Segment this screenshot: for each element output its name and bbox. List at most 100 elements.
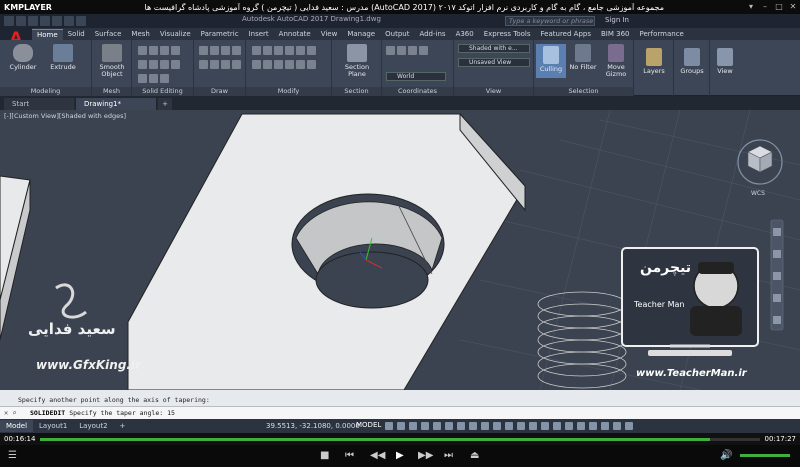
ucs-origin-icon[interactable] [408, 46, 417, 55]
quick-properties-icon[interactable] [565, 422, 573, 430]
pin-icon[interactable]: ▾ [744, 0, 758, 14]
tab-solid[interactable]: Solid [63, 29, 90, 40]
tab-performance[interactable]: Performance [634, 29, 688, 40]
wcs-menu[interactable]: WCS [751, 190, 765, 197]
tab-parametric[interactable]: Parametric [196, 29, 244, 40]
thicken-icon[interactable] [149, 60, 158, 69]
move-gizmo-button[interactable]: Move Gizmo [600, 44, 632, 78]
lock-ui-icon[interactable] [577, 422, 585, 430]
circle-icon[interactable] [221, 46, 230, 55]
maximize-icon[interactable]: □ [772, 0, 786, 14]
culling-button[interactable]: Culling [536, 44, 566, 78]
smooth-object-button[interactable]: Smooth Object [94, 44, 130, 78]
imprint-icon[interactable] [160, 60, 169, 69]
move-icon[interactable] [252, 46, 261, 55]
add-layout-button[interactable]: + [114, 420, 132, 432]
slice-icon[interactable] [138, 60, 147, 69]
mirror-icon[interactable] [296, 46, 305, 55]
redo-icon[interactable] [76, 16, 86, 26]
minimize-icon[interactable]: – [758, 0, 772, 14]
polyline-icon[interactable] [210, 46, 219, 55]
view-button[interactable]: View [710, 48, 740, 75]
dynamic-ucs-icon[interactable] [517, 422, 525, 430]
isolate-objects-icon[interactable] [589, 422, 597, 430]
tab-home[interactable]: Home [32, 29, 63, 40]
command-line-icons[interactable]: ✕ ⌕ [0, 409, 30, 417]
tab-output[interactable]: Output [380, 29, 414, 40]
workspace-icon[interactable] [541, 422, 549, 430]
viewport-controls-label[interactable]: [-][Custom View][Shaded with edges] [4, 112, 126, 120]
volume-icon[interactable]: 🔊 [720, 450, 732, 461]
volume-slider[interactable] [740, 454, 790, 457]
sign-in-button[interactable]: Sign In [605, 16, 629, 24]
stop-icon[interactable]: ■ [320, 450, 329, 461]
tab-start[interactable]: Start [4, 98, 74, 110]
close-icon[interactable]: ✕ [786, 0, 800, 14]
groups-button[interactable]: Groups [676, 48, 708, 75]
trim-icon[interactable] [274, 46, 283, 55]
clean-screen-icon[interactable] [613, 422, 621, 430]
customize-icon[interactable] [625, 422, 633, 430]
fillet-icon[interactable] [307, 46, 316, 55]
command-line[interactable]: ✕ ⌕ SOLIDEDIT Specify the taper angle: 1… [0, 406, 800, 419]
coordinate-readout[interactable]: 39.5513, -32.1080, 0.0000 [266, 422, 360, 430]
tab-bim-360[interactable]: BIM 360 [596, 29, 635, 40]
line-icon[interactable] [199, 46, 208, 55]
new-icon[interactable] [4, 16, 14, 26]
lineweight-toggle-icon[interactable] [469, 422, 477, 430]
eject-icon[interactable]: ⏏ [470, 450, 479, 461]
visual-style-dropdown[interactable]: Shaded with e... [458, 44, 530, 53]
section-plane-button[interactable]: Section Plane [336, 44, 378, 78]
hardware-acceleration-icon[interactable] [601, 422, 609, 430]
subtract-icon[interactable] [149, 46, 158, 55]
coil-object[interactable] [537, 291, 627, 389]
osnap-tracking-icon[interactable] [445, 422, 453, 430]
interfere-icon[interactable] [171, 46, 180, 55]
seek-bar[interactable] [40, 438, 760, 441]
save-icon[interactable] [28, 16, 38, 26]
tab-featured-apps[interactable]: Featured Apps [536, 29, 596, 40]
rectangle-icon[interactable] [199, 60, 208, 69]
copy-icon[interactable] [285, 46, 294, 55]
menu-icon[interactable]: ☰ [8, 450, 17, 461]
tab-mesh[interactable]: Mesh [126, 29, 154, 40]
layout-tab-layout2[interactable]: Layout2 [73, 420, 113, 432]
no-filter-button[interactable]: No Filter [568, 44, 598, 71]
array-icon[interactable] [274, 60, 283, 69]
union-icon[interactable] [138, 46, 147, 55]
offset-icon[interactable] [285, 60, 294, 69]
play-icon[interactable]: ▶ [396, 450, 404, 461]
forward-icon[interactable]: ▶▶ [418, 450, 433, 461]
isodraft-toggle-icon[interactable] [433, 422, 441, 430]
rewind-icon[interactable]: ◀◀ [370, 450, 385, 461]
units-icon[interactable] [553, 422, 561, 430]
command-prompt[interactable]: Specify the taper angle: 15 [69, 409, 175, 417]
layers-button[interactable]: Layers [638, 48, 670, 75]
navigation-bar[interactable] [770, 219, 784, 331]
polar-toggle-icon[interactable] [421, 422, 429, 430]
search-input[interactable]: Type a keyword or phrase [505, 16, 595, 26]
selection-cycling-icon[interactable] [493, 422, 501, 430]
3d-osnap-icon[interactable] [505, 422, 513, 430]
drawing-viewport[interactable]: [-][Custom View][Shaded with edges] WCS … [0, 110, 800, 390]
extrude-button[interactable]: Extrude [46, 44, 80, 71]
open-icon[interactable] [16, 16, 26, 26]
tab-a360[interactable]: A360 [451, 29, 479, 40]
layout-tab-layout1[interactable]: Layout1 [33, 420, 73, 432]
scale-icon[interactable] [263, 60, 272, 69]
erase-icon[interactable] [296, 60, 305, 69]
tab-express-tools[interactable]: Express Tools [479, 29, 536, 40]
tab-surface[interactable]: Surface [90, 29, 127, 40]
saveas-icon[interactable] [40, 16, 50, 26]
previous-icon[interactable]: ⏮ [345, 450, 354, 461]
ucs-3point-icon[interactable] [419, 46, 428, 55]
grid-toggle-icon[interactable] [385, 422, 393, 430]
tab-visualize[interactable]: Visualize [155, 29, 196, 40]
ortho-toggle-icon[interactable] [409, 422, 417, 430]
polygon-icon[interactable] [210, 60, 219, 69]
ellipse-icon[interactable] [221, 60, 230, 69]
rotate-icon[interactable] [263, 46, 272, 55]
undo-icon[interactable] [64, 16, 74, 26]
tab-drawing1[interactable]: Drawing1* [76, 98, 156, 110]
osnap-toggle-icon[interactable] [457, 422, 465, 430]
